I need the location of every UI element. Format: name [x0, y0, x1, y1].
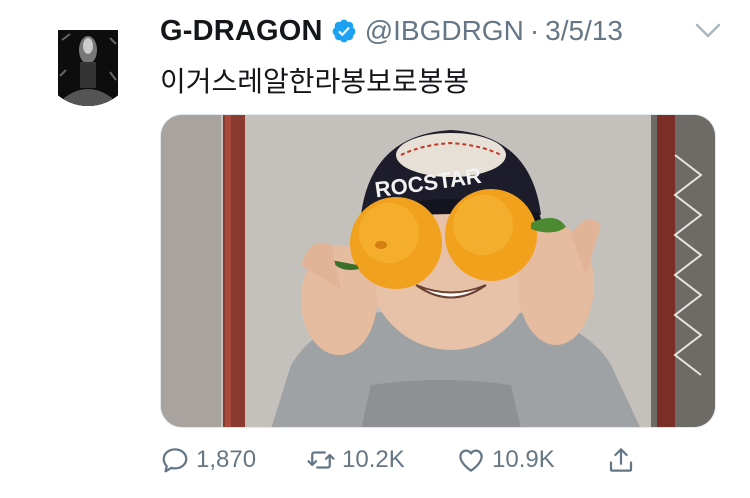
display-name[interactable]: G-DRAGON [160, 15, 323, 48]
reply-button[interactable]: 1,870 [160, 445, 256, 475]
like-button[interactable]: 10.9K [456, 445, 555, 475]
retweet-icon [307, 451, 335, 469]
share-icon [609, 448, 633, 472]
reply-icon [162, 448, 188, 473]
tweet-media-photo[interactable]: ROCSTAR [160, 114, 716, 428]
separator-dot: · [529, 15, 540, 46]
heart-icon [459, 449, 483, 472]
share-button[interactable] [606, 445, 636, 475]
user-handle[interactable]: @IBGDRGN [365, 15, 524, 47]
reply-count: 1,870 [196, 446, 257, 473]
tweet-header: G-DRAGON @IBGDRGN · 3/5/13 [160, 12, 623, 50]
verified-badge-icon [331, 18, 357, 44]
like-count: 10.9K [492, 446, 555, 473]
tweet-text: 이거스레알한라봉보로봉봉 [160, 65, 470, 98]
retweet-button[interactable]: 10.2K [306, 445, 405, 475]
retweet-count: 10.2K [342, 446, 405, 473]
tweet-date[interactable]: 3/5/13 [545, 15, 623, 47]
tweet-card[interactable]: G-DRAGON @IBGDRGN · 3/5/13 이거스레알한라봉보로봉봉 [0, 0, 750, 498]
avatar-image [58, 30, 118, 106]
avatar[interactable] [40, 10, 136, 106]
chevron-down-icon[interactable] [694, 22, 722, 40]
